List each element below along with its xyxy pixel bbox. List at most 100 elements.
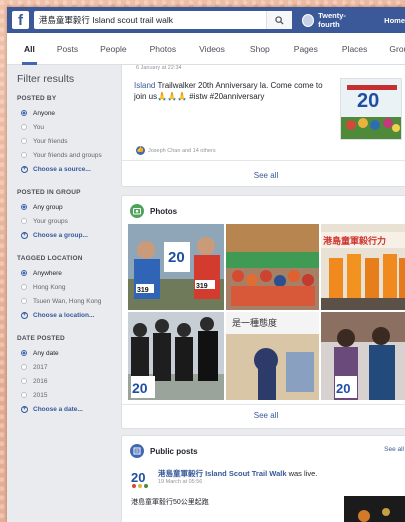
photo-runners-image: 20 319 319 [128,224,224,310]
filter-option[interactable]: Your groups [17,214,117,228]
filter-heading-date-posted: DATE POSTED [17,335,65,342]
filter-option-label: Any date [33,349,59,357]
photo-thumbnail[interactable] [226,224,319,310]
photo-thumbnail[interactable]: 是一種態度 [226,312,319,400]
plus-icon: + [21,311,28,319]
tab-posts[interactable]: Posts [57,33,78,65]
filter-option-label: 2015 [33,391,48,399]
browser-frame: f Twenty-fourth Home All Posts People Ph… [7,7,405,522]
radio-icon [21,298,27,304]
choose-label: Choose a group... [33,231,88,239]
profile-name: Twenty-fourth [318,11,346,29]
filter-option[interactable]: Any group [17,200,117,214]
tab-videos[interactable]: Videos [199,33,225,65]
search-button[interactable] [265,11,292,29]
svg-text:20: 20 [131,470,145,485]
radio-icon [21,378,27,384]
svg-text:港島童軍毅行力: 港島童軍毅行力 [323,235,386,247]
tab-shop[interactable]: Shop [250,33,270,65]
filter-option[interactable]: Your friends [17,134,117,148]
radio-icon [21,218,27,224]
filter-option[interactable]: Hong Kong [17,280,117,294]
svg-text:319: 319 [196,283,208,290]
photo-thumbnail[interactable]: 20 [128,312,224,400]
filter-option-label: Tsuen Wan, Hong Kong [33,297,102,305]
post-thumbnail[interactable]: 20 [340,78,402,140]
filter-heading-tagged-location: TAGGED LOCATION [17,255,83,262]
choose-source-link[interactable]: + Choose a source... [17,162,117,176]
filter-option-label: Your friends [33,137,68,145]
filter-option[interactable]: 2017 [17,360,117,374]
plus-icon: + [21,165,28,173]
filter-option[interactable]: Any date [17,346,117,360]
see-all-posts-link[interactable]: See all [122,171,405,180]
choose-label: Choose a source... [33,165,91,173]
photo-team-image [226,224,319,310]
post-highlight[interactable]: Island [134,81,155,90]
choose-date-link[interactable]: + Choose a date... [17,402,117,416]
search-input[interactable] [33,12,279,28]
plus-icon: + [21,405,28,413]
filter-option[interactable]: You [17,120,117,134]
public-post-title: 港島童軍毅行 Island Scout Trail Walk was live. [158,468,398,479]
radio-icon [21,284,27,290]
radio-icon [21,350,27,356]
svg-text:20: 20 [132,380,148,396]
filter-option[interactable]: 2016 [17,374,117,388]
public-post-timestamp[interactable]: 19 March at 05:56 [158,479,202,485]
home-link[interactable]: Home [384,16,405,25]
filter-heading-posted-by: POSTED BY [17,95,57,102]
filter-option[interactable]: Anyone [17,106,117,120]
public-post-thumbnail[interactable] [344,496,405,522]
filter-option[interactable]: Tsuen Wan, Hong Kong [17,294,117,308]
filter-option-label: Your groups [33,217,68,225]
tab-photos[interactable]: Photos [150,33,176,65]
photo-group-image: 20 [128,312,224,400]
radio-icon [21,270,27,276]
photo-grid: 20 319 319 港島童軍毅行力 20 是一種態度 20 [128,224,405,400]
page-avatar[interactable]: 20 [130,467,152,489]
facebook-logo-icon[interactable]: f [12,11,29,29]
reaction-summary[interactable]: 👍 Joseph Chan and 14 others [136,146,216,155]
photo-caption: 是一種態度 [232,319,278,329]
photos-heading: Photos [150,206,178,216]
search-box [33,11,292,29]
filter-option[interactable]: Your friends and groups [17,148,117,162]
tab-places[interactable]: Places [342,33,368,65]
top-navigation-bar: f Twenty-fourth Home [7,7,405,33]
filter-option[interactable]: Anywhere [17,266,117,280]
radio-icon [21,392,27,398]
choose-location-link[interactable]: + Choose a location... [17,308,117,322]
svg-text:319: 319 [137,287,149,294]
post-action: was live. [286,469,318,478]
photo-thumbnail[interactable]: 20 319 319 [128,224,224,310]
post-timestamp[interactable]: 6 January at 22:34 [136,65,182,71]
tab-all[interactable]: All [22,33,37,65]
profile-link[interactable]: Twenty-fourth [301,11,364,29]
divider [122,160,405,161]
plus-icon: + [21,231,28,239]
radio-icon [21,110,27,116]
see-all-public-posts-link[interactable]: See all [384,446,404,453]
filter-option-label: Any group [33,203,63,211]
tab-people[interactable]: People [100,33,126,65]
post-body: Trailwalker 20th Anniversary la. Come co… [134,81,323,101]
filter-title: Filter results [17,73,75,85]
photo-thumbnail[interactable]: 20 [321,312,405,400]
post-text: Island Trailwalker 20th Anniversary la. … [134,80,334,102]
post-card: 6 January at 22:34 Island Trailwalker 20… [121,65,405,187]
avatar [301,13,315,27]
filter-option-label: Anywhere [33,269,62,277]
radio-icon [21,204,27,210]
choose-label: Choose a location... [33,311,95,319]
filter-option[interactable]: 2015 [17,388,117,402]
tab-pages[interactable]: Pages [294,33,318,65]
like-icon: 👍 [136,146,145,155]
page-name-link[interactable]: 港島童軍毅行 Island Scout Trail Walk [158,469,287,478]
public-posts-header: Public posts [130,444,198,458]
tab-groups[interactable]: Groups [389,33,405,65]
filter-heading-posted-in-group: POSTED IN GROUP [17,189,81,196]
photo-thumbnail[interactable]: 港島童軍毅行力 [321,224,405,310]
choose-group-link[interactable]: + Choose a group... [17,228,117,242]
see-all-photos-link[interactable]: See all [122,411,405,420]
